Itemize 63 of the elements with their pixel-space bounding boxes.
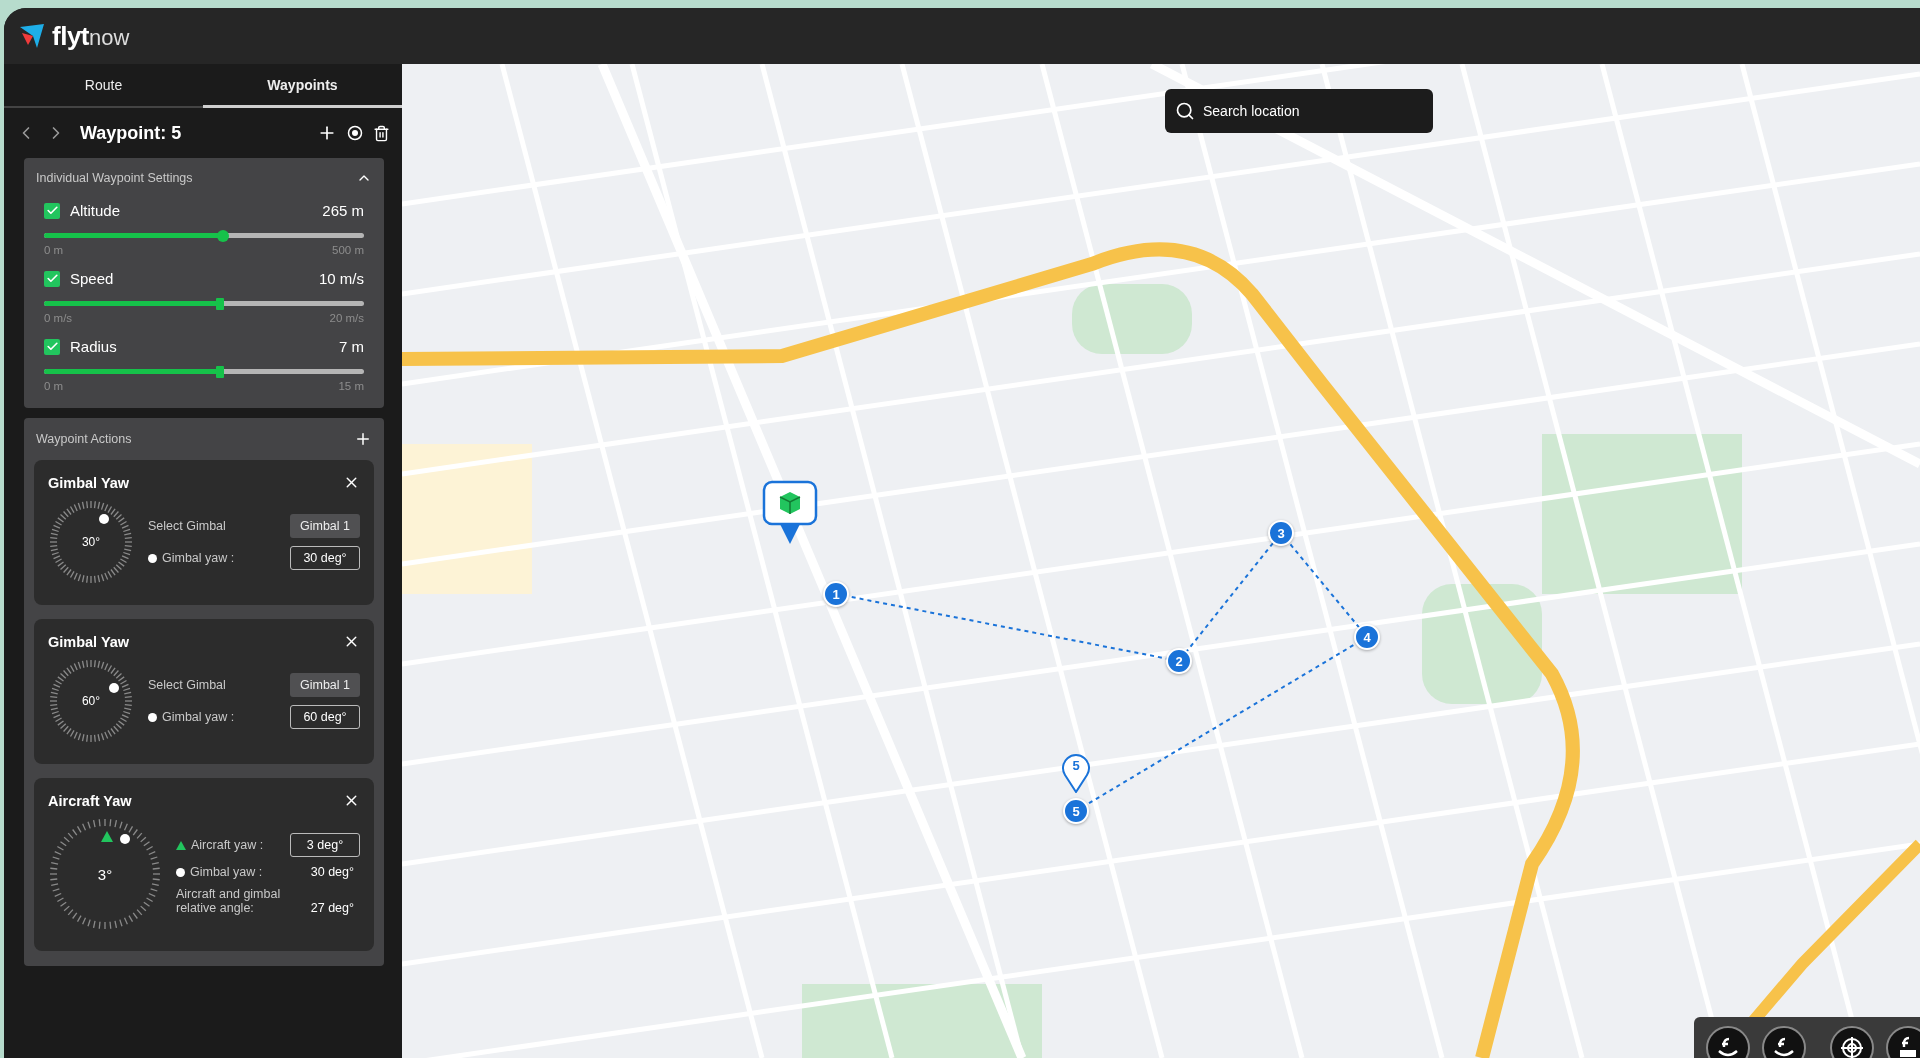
yaw-dot-icon — [119, 833, 131, 846]
dot-icon — [176, 867, 185, 877]
drone-action-button[interactable] — [1706, 1026, 1750, 1058]
search-bar[interactable]: Search location — [1165, 89, 1433, 133]
tab[interactable]: Route — [4, 64, 203, 108]
param-label: Altitude — [70, 202, 122, 219]
slider-thumb[interactable] — [216, 365, 224, 378]
dial-angle-label: 30° — [80, 535, 102, 549]
panel-title: Individual Waypoint Settings — [36, 171, 193, 185]
checkbox[interactable] — [44, 202, 60, 219]
aircraft-heading-icon — [100, 831, 113, 843]
slider-thumb[interactable] — [217, 229, 230, 242]
field-label: Gimbal yaw : — [190, 865, 263, 879]
dot-icon — [148, 712, 157, 722]
waypoint-title: Waypoint: 5 — [80, 122, 183, 144]
search-icon — [1175, 101, 1195, 121]
search-input[interactable]: Search location — [1201, 102, 1423, 120]
aircraft-yaw-input[interactable]: 3 deg° — [290, 833, 360, 857]
crosshair-button[interactable] — [1830, 1026, 1874, 1058]
target-button[interactable] — [347, 125, 363, 141]
yaw-dot-icon — [107, 682, 120, 694]
slider-thumb[interactable] — [216, 297, 224, 310]
triangle-icon — [176, 840, 186, 850]
logo-icon — [18, 23, 46, 49]
action-title: Gimbal Yaw — [48, 474, 130, 491]
gimbal-select[interactable]: Gimbal 1 — [290, 514, 360, 538]
field-label: Gimbal yaw : — [162, 710, 235, 724]
checkbox[interactable] — [44, 270, 60, 287]
range-min: 0 m — [44, 380, 64, 392]
param-value: 265 m — [322, 202, 364, 219]
logo-text: flytnow — [52, 23, 130, 49]
action-title: Gimbal Yaw — [48, 633, 130, 650]
range-min: 0 m/s — [44, 312, 73, 324]
drone-action-button[interactable] — [1762, 1026, 1806, 1058]
field-label: Select Gimbal — [148, 678, 227, 692]
delete-button[interactable] — [373, 124, 390, 142]
gimbal-yaw-input[interactable]: 60 deg° — [290, 705, 360, 729]
param-label: Speed — [70, 270, 115, 287]
gimbal-select[interactable]: Gimbal 1 — [290, 673, 360, 697]
yaw-dot-icon — [98, 513, 110, 526]
range-max: 500 m — [332, 244, 364, 256]
field-value: 27 deg° — [309, 901, 355, 915]
checkbox[interactable] — [44, 338, 60, 355]
action-title: Aircraft Yaw — [48, 792, 132, 809]
gimbal-yaw-input[interactable]: 30 deg° — [290, 546, 360, 570]
field-label: Select Gimbal — [148, 519, 227, 533]
param-value: 7 m — [339, 338, 364, 355]
crosshair-icon — [1839, 1035, 1865, 1058]
add-button[interactable] — [354, 430, 372, 448]
dial-angle-label: 60° — [80, 694, 102, 708]
field-label: Aircraft and gimbal relative angle: — [176, 887, 282, 915]
field-label: Gimbal yaw : — [162, 551, 235, 565]
field-value: 30 deg° — [309, 865, 355, 879]
range-min: 0 m — [44, 244, 64, 256]
panel-title: Waypoint Actions — [36, 432, 132, 446]
param-label: Radius — [70, 338, 118, 355]
range-max: 20 m/s — [329, 312, 364, 324]
dot-icon — [148, 553, 157, 563]
range-max: 15 m — [338, 380, 364, 392]
selected-waypoint-pin: 5 — [1061, 753, 1091, 793]
field-label: Aircraft yaw : — [191, 838, 264, 852]
param-value: 10 m/s — [319, 270, 364, 287]
dial-angle-label: 3° — [96, 865, 114, 883]
